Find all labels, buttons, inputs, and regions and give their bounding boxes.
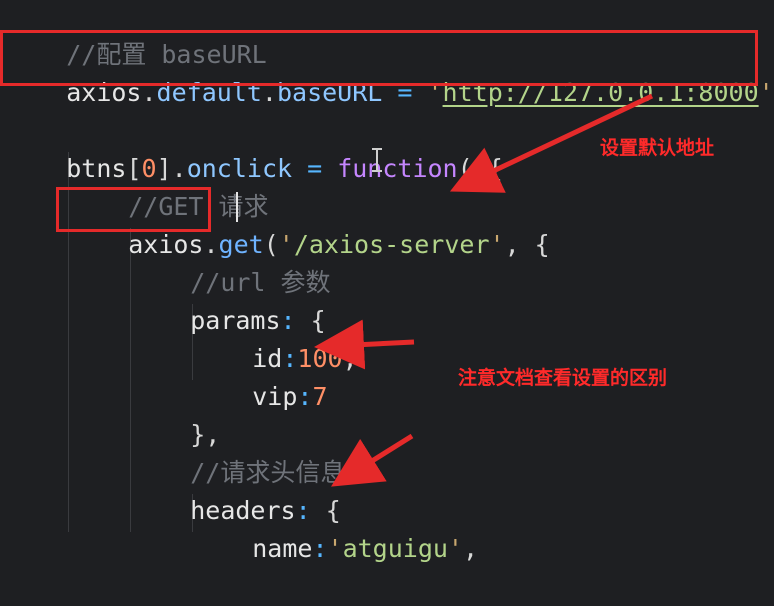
- annotation-doc-difference: 注意文档查看设置的区别: [458, 363, 667, 390]
- quote-token: ': [448, 534, 463, 563]
- arrow-to-headers: [348, 436, 412, 476]
- comma-token: ,: [463, 534, 478, 563]
- colon-token: :: [312, 534, 327, 563]
- annotation-default-address: 设置默认地址: [600, 133, 714, 160]
- name-key: name: [252, 534, 312, 563]
- annotation-arrows: [0, 0, 774, 532]
- quote-token: ': [328, 534, 343, 563]
- name-string: atguigu: [343, 534, 448, 563]
- arrow-to-params: [334, 342, 414, 346]
